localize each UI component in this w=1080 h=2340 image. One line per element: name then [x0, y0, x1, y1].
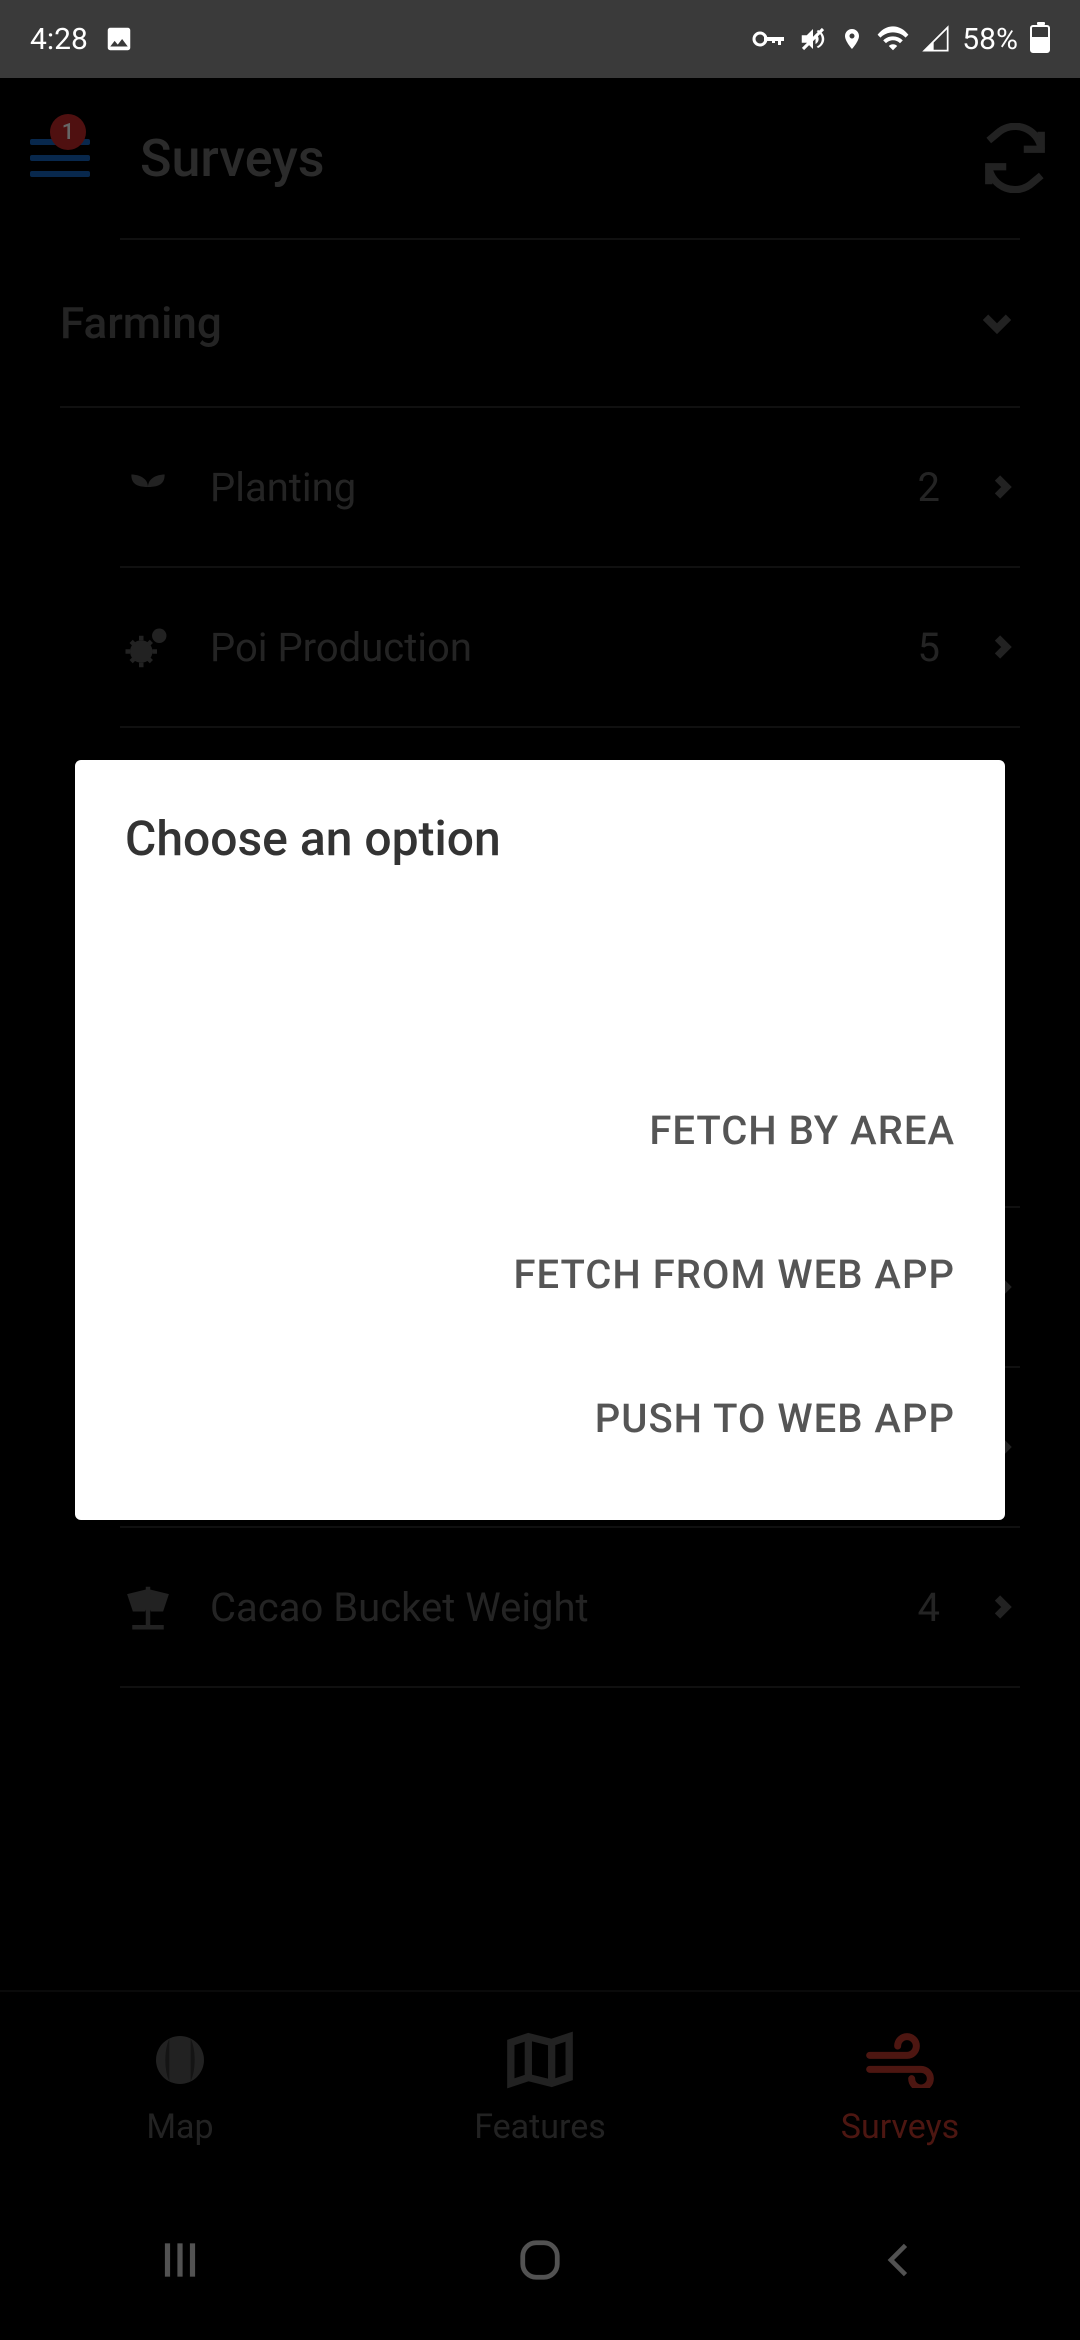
status-left: 4:28 [30, 22, 134, 57]
option-push-to-web-app[interactable]: PUSH TO WEB APP [125, 1346, 955, 1490]
wifi-icon [876, 25, 910, 53]
dialog-title: Choose an option [125, 810, 955, 867]
picture-icon [104, 24, 134, 54]
signal-icon [922, 25, 950, 53]
status-time: 4:28 [30, 22, 88, 57]
status-right: 58% [752, 22, 1050, 57]
vpn-key-icon [752, 29, 786, 49]
battery-percent: 58% [962, 22, 1018, 57]
status-bar: 4:28 58% [0, 0, 1080, 78]
choose-option-dialog: Choose an option FETCH BY AREA FETCH FRO… [75, 760, 1005, 1520]
location-icon [840, 24, 864, 54]
vibrate-icon [798, 24, 828, 54]
battery-icon [1030, 25, 1050, 53]
option-fetch-by-area[interactable]: FETCH BY AREA [125, 1058, 955, 1202]
option-fetch-from-web-app[interactable]: FETCH FROM WEB APP [125, 1202, 955, 1346]
